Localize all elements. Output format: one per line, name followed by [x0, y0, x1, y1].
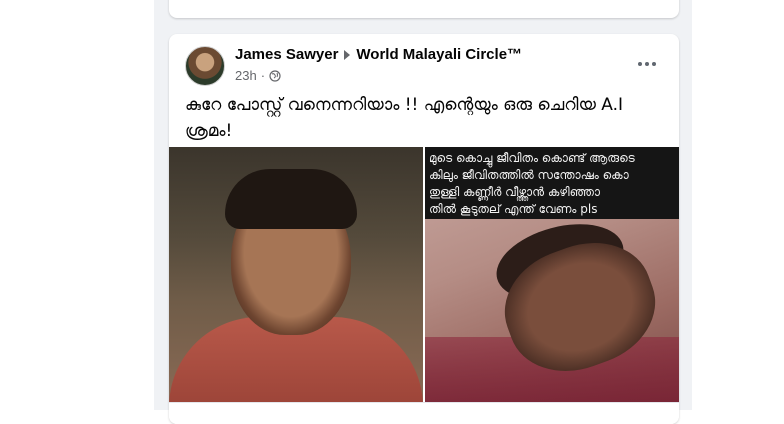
post-card: James Sawyer World Malayali Circle™ 23h …	[169, 34, 679, 424]
caption-line: കിലും ജീവിതത്തിൽ സന്തോഷം കൊ	[429, 168, 629, 182]
image-caption-overlay: മുടെ കൊച്ചു ജീവിതം കൊണ്ട് ആരുടെ കിലും ജീ…	[425, 147, 679, 219]
avatar[interactable]	[185, 46, 225, 86]
post-text: കുറേ പോസ്റ്റ് വനെന്നറിയാം !! എന്റെയും ഒര…	[185, 95, 624, 141]
caption-line: മുടെ കൊച്ചു ജീവിതം കൊണ്ട് ആരുടെ	[429, 151, 635, 165]
more-options-dot	[652, 62, 656, 66]
more-options-button[interactable]	[629, 50, 665, 78]
group-name[interactable]: World Malayali Circle™	[356, 46, 522, 63]
hair-shape	[225, 169, 357, 229]
post-header: James Sawyer World Malayali Circle™	[235, 46, 522, 63]
arrow-right-icon	[344, 49, 351, 60]
caption-line: തിൽ കൂടുതല് എന്ത് വേണം pls	[429, 202, 598, 216]
post-image-left[interactable]	[169, 147, 423, 402]
post-image-right[interactable]: മുടെ കൊച്ചു ജീവിതം കൊണ്ട് ആരുടെ കിലും ജീ…	[425, 147, 679, 402]
meta-separator: ·	[260, 68, 266, 83]
previous-post-card	[169, 0, 679, 18]
post-time[interactable]: 23h	[235, 68, 257, 83]
caption-line: തുള്ളി കണ്ണീർ വീഴ്ത്താൻ കഴിഞ്ഞാ	[429, 185, 600, 199]
post-meta: 23h ·	[235, 68, 281, 83]
more-options-icon	[638, 62, 642, 66]
reaction-bar	[169, 402, 679, 424]
globe-icon	[269, 69, 281, 82]
author-name[interactable]: James Sawyer	[235, 46, 338, 63]
more-options-dot	[645, 62, 649, 66]
